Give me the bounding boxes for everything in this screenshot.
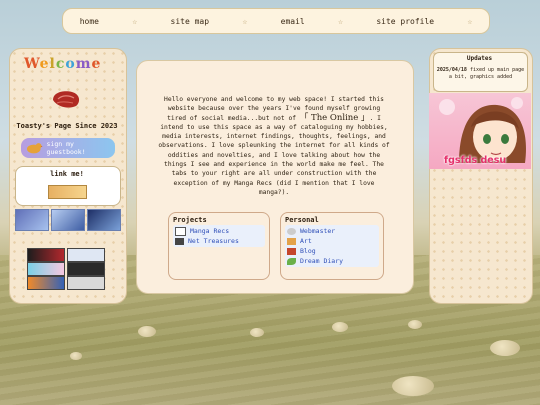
hay-bale (138, 326, 156, 337)
hay-bale (392, 376, 434, 396)
guestbook-label: sign my guestbook! (46, 140, 86, 156)
stamp-image[interactable] (51, 209, 85, 231)
guestbook-button[interactable]: sign my guestbook! (21, 138, 115, 158)
button-badge[interactable] (27, 276, 65, 290)
welcome-logo: Welcome (24, 56, 102, 72)
button-badge[interactable] (67, 262, 105, 276)
update-entry: 2025/04/18 fixed up main page a bit, gra… (436, 67, 525, 81)
personal-title: Personal (285, 216, 319, 224)
hay-bale (408, 320, 422, 329)
button-badge[interactable] (67, 276, 105, 290)
site-button-88x31[interactable] (48, 185, 87, 199)
site-since-label: Toasty's Page Since 2023 (16, 122, 118, 130)
button-badge[interactable] (27, 262, 65, 276)
link-net-treasures[interactable]: Net Treasures (173, 236, 265, 246)
bird-icon (26, 143, 43, 154)
nav-site-map[interactable]: site map (171, 17, 210, 26)
link-me-title: link me! (50, 170, 84, 178)
book-icon (175, 226, 186, 236)
nav-email[interactable]: email (281, 17, 305, 26)
personal-box: Personal Webmaster Art Blog Dream Diary (280, 212, 384, 280)
nav-site-profile[interactable]: site profile (376, 17, 434, 26)
intro-text: Hello everyone and welcome to my web spa… (158, 96, 390, 196)
personal-list: Webmaster Art Blog Dream Diary (285, 225, 379, 267)
the-online-text: 「 The Online 」 (299, 112, 370, 123)
top-nav: home ☆ site map ☆ email ☆ site profile ☆ (62, 8, 490, 34)
stamp-image[interactable] (15, 209, 49, 231)
projects-title: Projects (173, 216, 207, 224)
link-webmaster[interactable]: Webmaster (285, 226, 379, 236)
button-badge[interactable] (67, 248, 105, 262)
update-date: 2025/04/18 (436, 67, 467, 73)
stamp-image[interactable] (87, 209, 121, 231)
projects-box: Projects Manga Recs Net Treasures (168, 212, 270, 280)
anime-caption: fgsfds desu (444, 155, 507, 166)
leaf-icon (287, 257, 296, 265)
monitor-icon (175, 237, 184, 245)
hay-bale (490, 340, 520, 356)
link-art[interactable]: Art (285, 236, 379, 246)
projects-list: Manga Recs Net Treasures (173, 225, 265, 247)
notebook-icon (287, 247, 296, 255)
hay-bale (332, 322, 348, 332)
face-icon (287, 227, 296, 235)
nav-home[interactable]: home (80, 17, 99, 26)
link-dream-diary[interactable]: Dream Diary (285, 256, 379, 266)
star-separator: ☆ (338, 16, 343, 26)
steak-icon (53, 91, 80, 108)
star-separator: ☆ (242, 16, 248, 26)
button-badge[interactable] (27, 248, 65, 262)
link-blog[interactable]: Blog (285, 246, 379, 256)
stamp-row (15, 209, 121, 231)
link-manga-recs[interactable]: Manga Recs (173, 226, 265, 236)
star-separator: ☆ (467, 16, 473, 26)
updates-title: Updates (466, 55, 493, 62)
hay-bale (70, 352, 82, 360)
star-separator: ☆ (132, 16, 138, 26)
palette-icon (287, 237, 296, 245)
hay-bale (250, 328, 264, 337)
